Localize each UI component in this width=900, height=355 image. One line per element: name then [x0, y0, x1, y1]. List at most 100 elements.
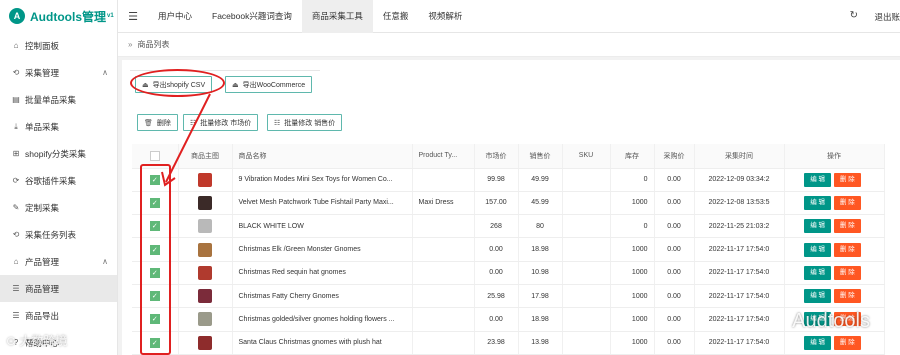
home-icon: ⌂	[13, 41, 19, 50]
refresh-icon[interactable]: ↻	[850, 10, 858, 21]
top-tabs: 用户中心 Facebook兴趣词查询 商品采集工具 任意搬 视频解析	[148, 0, 472, 33]
sale-price: 45.99	[518, 191, 563, 216]
collected-time: 2022-11-17 17:54:0	[694, 237, 785, 262]
product-type	[412, 331, 475, 355]
sidebar-item-5[interactable]: ⟳ 谷歌插件采集	[0, 167, 117, 194]
collected-time: 2022-12-08 13:53:5	[694, 191, 785, 216]
product-name: Velvet Mesh Patchwork Tube Fishtail Part…	[232, 191, 413, 216]
purchase-price: 0.00	[654, 331, 695, 355]
top-tab-4[interactable]: 视频解析	[418, 0, 472, 33]
edit-button[interactable]: 编 辑	[804, 195, 831, 210]
product-type	[412, 261, 475, 285]
edit-button[interactable]: 编 辑	[804, 242, 831, 257]
edit-button[interactable]: 编 辑	[804, 172, 831, 187]
stock: 1000	[610, 307, 655, 332]
sidebar: A Audtools管理 v1 ⌂ 控制面板 ⟲ 采集管理 ∧ ▤ 批量单品采集 ⤓ 单品采集 ⊞ s…	[0, 0, 118, 355]
top-tab-1[interactable]: Facebook兴趣词查询	[202, 0, 302, 33]
export-woocommerce-button[interactable]: ⏏ 导出WooCommerce	[225, 76, 313, 93]
chevron-up-icon[interactable]: ∧	[102, 257, 108, 266]
sidebar-item-label: 谷歌插件采集	[25, 175, 77, 186]
thumbnail-cell	[178, 284, 233, 309]
sidebar-item-2[interactable]: ▤ 批量单品采集	[0, 86, 117, 113]
delete-row-button[interactable]: 删 除	[834, 242, 861, 257]
breadcrumb-separator: »	[128, 40, 133, 49]
market-price: 0.00	[474, 237, 519, 262]
table-row[interactable]: ✓ Christmas Red sequin hat gnomes 0.00 10.9…	[132, 261, 885, 285]
database-icon: ☰	[12, 311, 20, 320]
delete-row-button[interactable]: 删 除	[834, 265, 861, 280]
top-tab-3[interactable]: 任意搬	[373, 0, 419, 33]
sidebar-item-label: 控制面板	[25, 40, 60, 51]
table-row[interactable]: ✓ Christmas Elk /Green Monster Gnomes 0.00…	[132, 237, 885, 262]
sidebar-item-6[interactable]: ✎ 定制采集	[0, 194, 117, 221]
stock: 0	[610, 214, 655, 239]
table-row[interactable]: ✓ BLACK WHITE LOW 268 80 0 0.00 2022-11-25 21:…	[132, 214, 885, 239]
product-type	[412, 307, 475, 332]
product-name: Christmas Fatty Cherry Gnomes	[232, 284, 413, 309]
batch-sale-price-button[interactable]: ☷ 批量修改 销售价	[267, 114, 343, 131]
thumbnail-cell	[178, 214, 233, 239]
table-row[interactable]: ✓ Santa Claus Christmas gnomes with plush…	[132, 331, 885, 355]
sidebar-item-3[interactable]: ⤓ 单品采集	[0, 113, 117, 140]
table-row[interactable]: ✓ Christmas Fatty Cherry Gnomes 25.98 17.98…	[132, 284, 885, 309]
edit-button[interactable]: 编 辑	[804, 219, 831, 234]
sale-price: 17.98	[518, 284, 563, 309]
sidebar-item-label: 定制采集	[25, 202, 60, 213]
product-type	[412, 284, 475, 309]
product-thumbnail[interactable]	[198, 335, 212, 350]
product-thumbnail[interactable]	[198, 289, 212, 304]
product-name: Santa Claus Christmas gnomes with plush …	[232, 331, 413, 355]
table-row[interactable]: ✓ 9 Vibration Modes Mini Sex Toys for Wom…	[132, 168, 885, 192]
collected-time: 2022-12-09 03:34:2	[694, 168, 785, 192]
sale-price: 80	[518, 214, 563, 239]
column-header: Product Ty...	[412, 144, 475, 169]
product-thumbnail[interactable]	[198, 195, 212, 210]
top-tab-2[interactable]: 商品采集工具	[301, 0, 373, 33]
delete-row-button[interactable]: 删 除	[834, 172, 861, 187]
table-body: ✓ 9 Vibration Modes Mini Sex Toys for Wom…	[132, 168, 885, 355]
column-header: 销售价	[518, 144, 563, 169]
market-price: 157.00	[474, 191, 519, 216]
sidebar-item-7[interactable]: ⟲ 采集任务列表	[0, 221, 117, 248]
sku	[562, 168, 611, 192]
table-row[interactable]: ✓ Velvet Mesh Patchwork Tube Fishtail Par…	[132, 191, 885, 216]
market-price: 99.98	[474, 168, 519, 192]
chevron-up-icon[interactable]: ∧	[102, 68, 108, 77]
delete-row-button[interactable]: 删 除	[834, 195, 861, 210]
edit-button[interactable]: 编 辑	[804, 265, 831, 280]
sidebar-item-1[interactable]: ⟲ 采集管理 ∧	[0, 59, 117, 86]
table-row[interactable]: ✓ Christmas golded/silver gnomes holding …	[132, 307, 885, 332]
product-thumbnail[interactable]	[198, 312, 212, 327]
brand-logo-icon: A	[9, 8, 25, 24]
product-thumbnail[interactable]	[198, 219, 212, 234]
sale-price: 10.98	[518, 261, 563, 285]
grid-icon: ⊞	[12, 149, 20, 158]
top-tab-0[interactable]: 用户中心	[148, 0, 202, 33]
edit-button[interactable]: 编 辑	[804, 335, 831, 350]
sidebar-item-4[interactable]: ⊞ shopify分类采集	[0, 140, 117, 167]
sale-price: 18.98	[518, 237, 563, 262]
delete-row-button[interactable]: 删 除	[834, 335, 861, 350]
sidebar-item-label: 产品管理	[25, 256, 60, 267]
sku	[562, 331, 611, 355]
sidebar-nav: ⌂ 控制面板 ⟲ 采集管理 ∧ ▤ 批量单品采集 ⤓ 单品采集 ⊞ shopify分类采集 ⟳ 谷歌插件…	[0, 32, 117, 355]
sidebar-item-0[interactable]: ⌂ 控制面板	[0, 32, 117, 59]
column-header: 库存	[610, 144, 655, 169]
delete-row-button[interactable]: 删 除	[834, 289, 861, 304]
row-actions: 编 辑删 除	[784, 237, 885, 262]
collected-time: 2022-11-17 17:54:0	[694, 284, 785, 309]
sidebar-item-8[interactable]: ⌂ 产品管理 ∧	[0, 248, 117, 275]
edit-button[interactable]: 编 辑	[804, 289, 831, 304]
thumbnail-cell	[178, 331, 233, 355]
sidebar-item-10[interactable]: ☰ 商品导出	[0, 302, 117, 329]
thumbnail-cell	[178, 191, 233, 216]
logout-link[interactable]: 退出账	[874, 11, 900, 23]
brand[interactable]: A Audtools管理 v1	[0, 0, 117, 32]
delete-row-button[interactable]: 删 除	[834, 219, 861, 234]
menu-fold-icon[interactable]: ☰	[118, 10, 148, 23]
main-content: ⏏ 导出shopify CSV ⏏ 导出WooCommerce 🗑 删除 ☷ 批量修改 …	[122, 60, 900, 355]
column-header: 采购价	[654, 144, 695, 169]
sidebar-item-9[interactable]: ☰ 商品管理	[0, 275, 117, 302]
product-thumbnail[interactable]	[198, 265, 212, 280]
product-thumbnail[interactable]	[198, 242, 212, 257]
